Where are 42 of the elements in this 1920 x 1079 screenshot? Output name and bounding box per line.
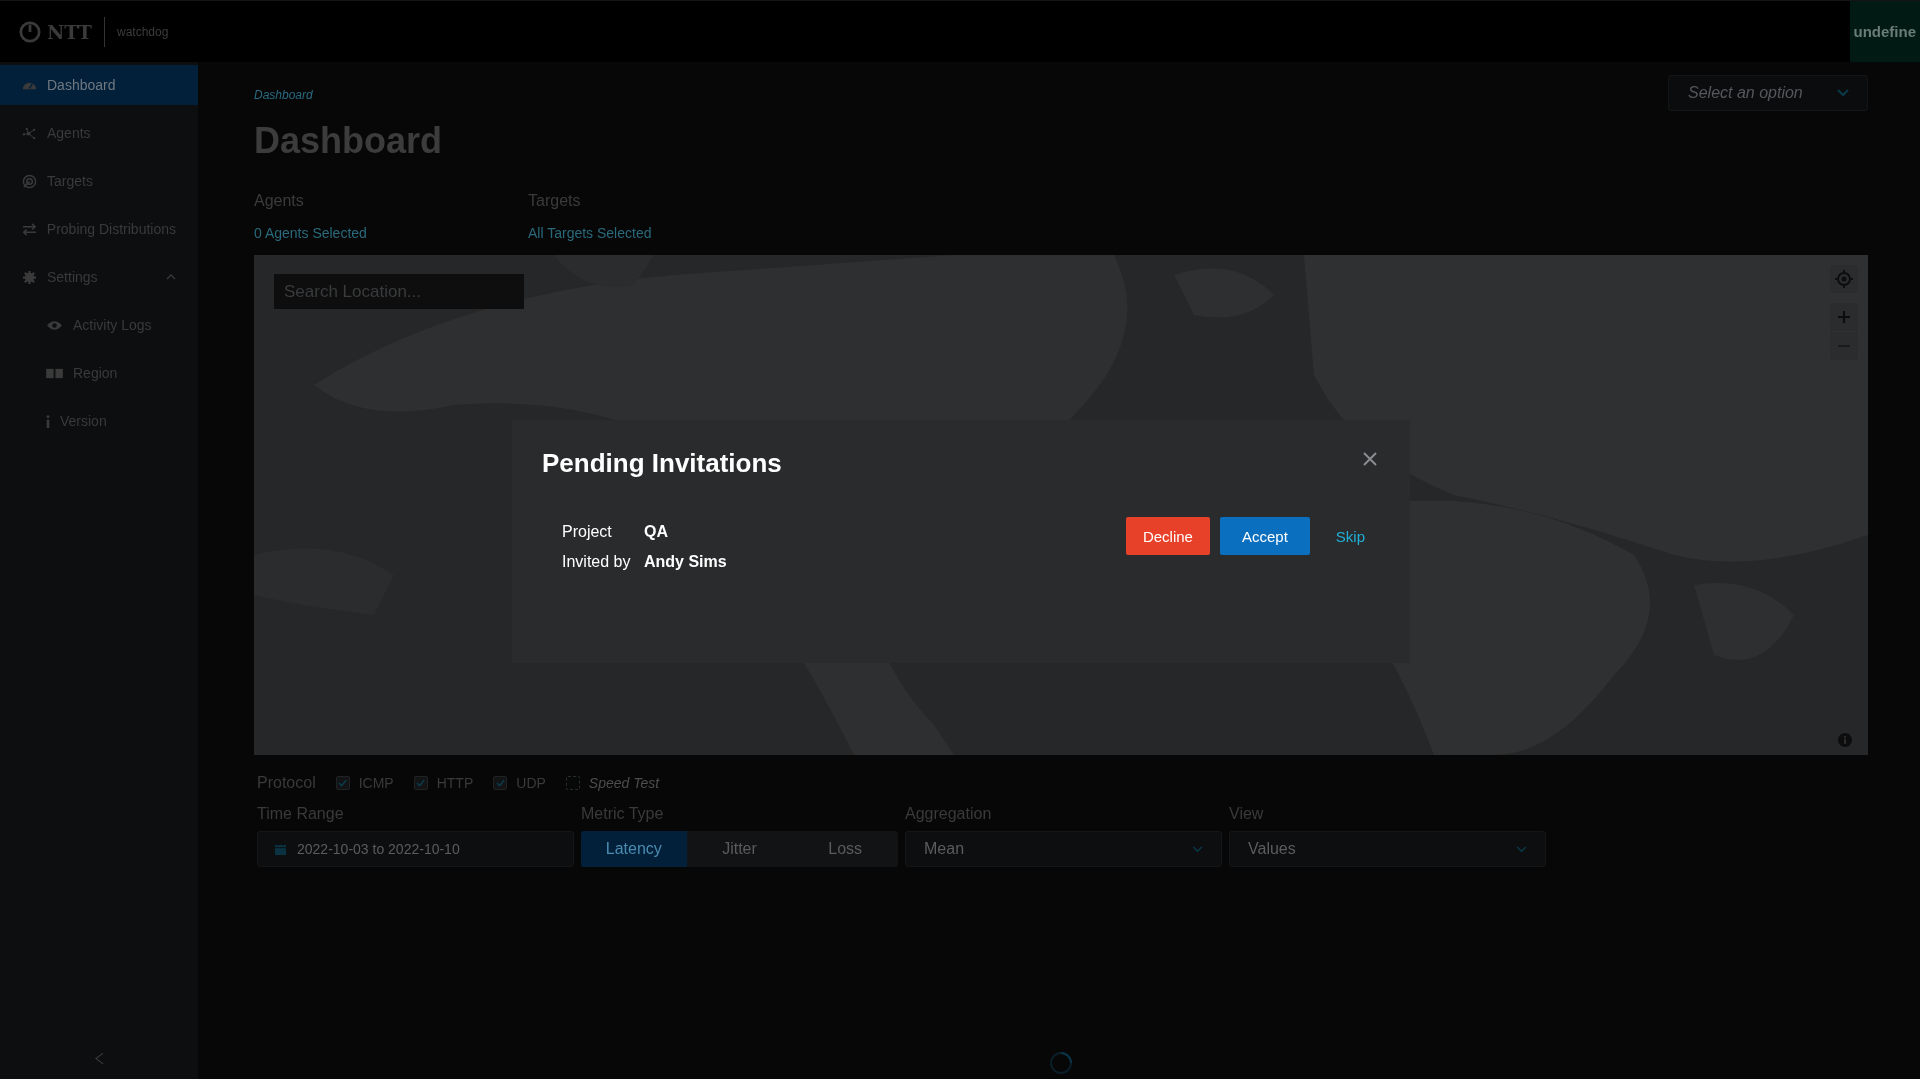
chevron-down-icon xyxy=(1516,845,1527,853)
filter-link[interactable]: All Targets Selected xyxy=(528,225,802,241)
filter-link[interactable]: 0 Agents Selected xyxy=(254,225,528,241)
power-logo-icon xyxy=(19,20,41,43)
segment-tab[interactable]: Latency xyxy=(581,831,687,867)
calendar-icon xyxy=(274,842,287,856)
field-value: QA xyxy=(644,523,668,541)
field-value: Andy Sims xyxy=(644,553,727,571)
close-icon[interactable] xyxy=(1363,451,1377,466)
chevron-icon xyxy=(166,274,176,280)
checkbox[interactable] xyxy=(335,776,350,790)
brand-name: NTT xyxy=(47,20,92,43)
project-select[interactable]: Select an option xyxy=(1668,75,1868,111)
sidebar-item[interactable]: Dashboard xyxy=(0,65,198,105)
dialog-button[interactable]: Decline xyxy=(1125,517,1210,555)
product-name: watchdog xyxy=(116,24,169,39)
user-badge[interactable]: undefine xyxy=(1849,1,1920,62)
breadcrumb-link[interactable]: Dashboard xyxy=(254,88,443,102)
collapse-chevron-icon[interactable] xyxy=(94,1052,104,1065)
checkbox[interactable] xyxy=(493,776,508,790)
view-select[interactable]: Values xyxy=(1229,831,1546,867)
target-icon xyxy=(22,173,37,189)
arrows-icon xyxy=(22,221,37,237)
nodes-icon xyxy=(22,125,37,141)
field-label: Invited by xyxy=(562,553,632,571)
segment-tab[interactable]: Jitter xyxy=(686,831,793,867)
dialog-title: Pending Invitations xyxy=(542,448,782,479)
eye-icon xyxy=(46,318,63,332)
chevron-down-icon xyxy=(1192,845,1203,853)
date-range-field[interactable]: 2022-10-03 to 2022-10-10 xyxy=(257,831,574,867)
info-icon xyxy=(46,414,50,428)
loading-spinner-icon xyxy=(1049,1051,1073,1075)
info-icon[interactable] xyxy=(1838,733,1852,747)
dialog-button[interactable]: Accept xyxy=(1219,517,1310,555)
chevron-down-icon xyxy=(1837,89,1849,97)
aggregation-select[interactable]: Mean xyxy=(905,831,1222,867)
gear-icon xyxy=(22,269,37,285)
segment-tab[interactable]: Loss xyxy=(792,831,898,867)
field-label: Project xyxy=(562,523,613,541)
checkbox-label: Speed Test xyxy=(588,775,660,791)
checkbox[interactable] xyxy=(413,776,428,790)
skip-link[interactable]: Skip xyxy=(1323,517,1377,555)
